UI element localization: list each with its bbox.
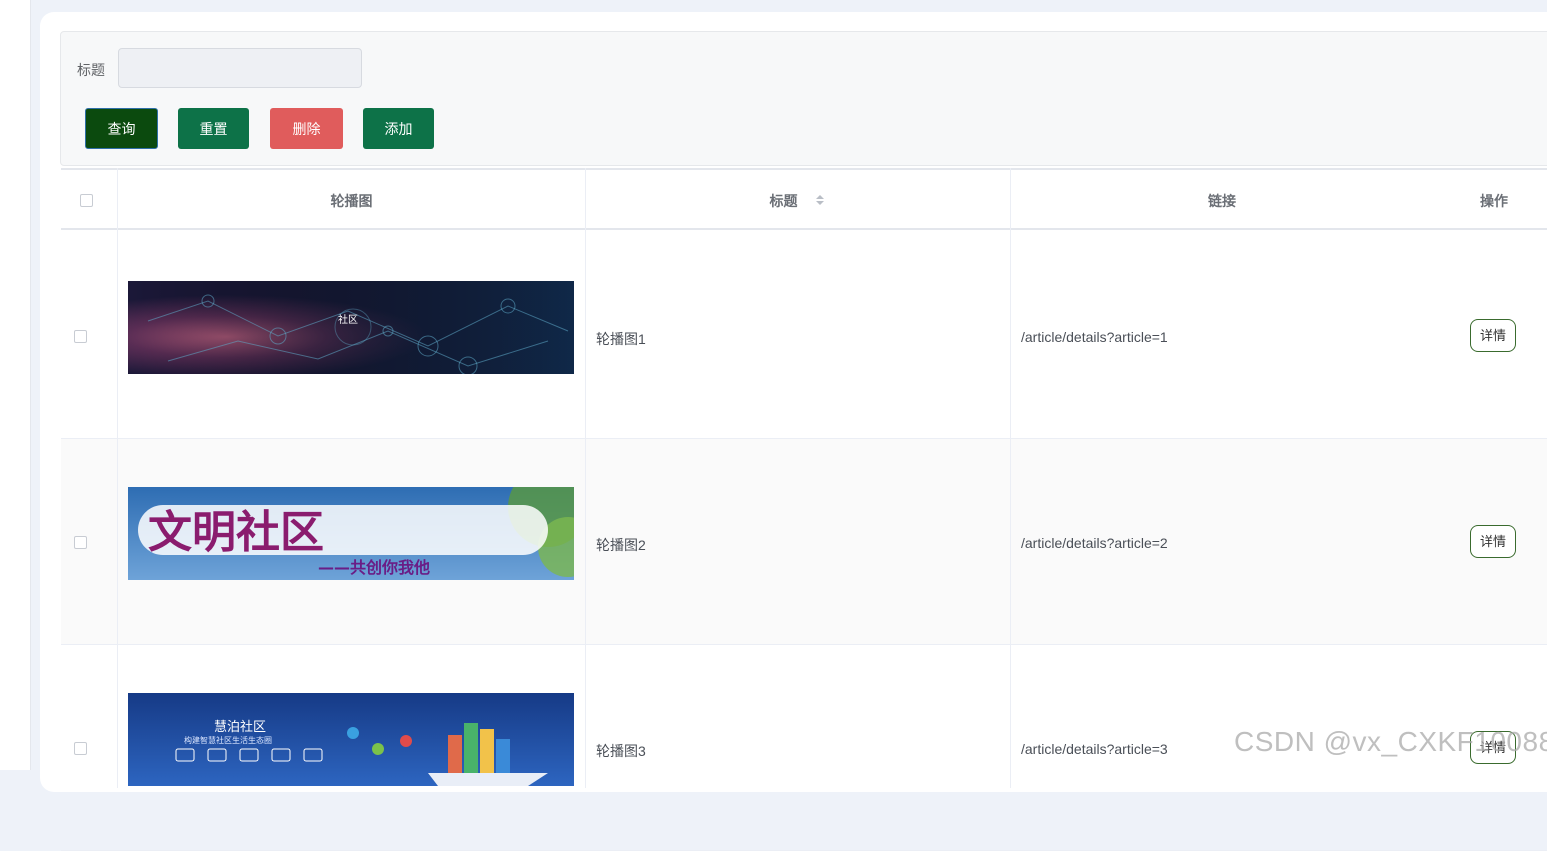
delete-button[interactable]: 删除 (270, 108, 343, 149)
add-button[interactable]: 添加 (363, 108, 434, 149)
banner-subtitle: ——共创你我他 (318, 558, 430, 577)
svg-text:社区: 社区 (338, 313, 358, 326)
title-field-label: 标题 (77, 62, 105, 78)
table-header: 轮播图 标题 链接 操作 (61, 168, 1547, 230)
row-title: 轮播图1 (596, 331, 646, 347)
banner-title: 慧泊社区 (214, 719, 266, 735)
sort-icon[interactable] (815, 171, 825, 233)
row-link: /article/details?article=1 (1021, 329, 1168, 345)
banner-subtitle: 构建智慧社区生活生态圈 (184, 735, 272, 745)
row-title: 轮播图3 (596, 743, 646, 759)
header-action: 操作 (1480, 193, 1508, 209)
banner-image: 文明社区 ——共创你我他 (128, 487, 574, 580)
table-row: 社区 轮播图1 /article/details?article=1 详情 (61, 233, 1547, 439)
reset-button[interactable]: 重置 (178, 108, 249, 149)
row-link: /article/details?article=2 (1021, 535, 1168, 551)
query-button[interactable]: 查询 (85, 108, 158, 149)
header-link: 链接 (1208, 193, 1236, 209)
row-checkbox[interactable] (74, 330, 87, 343)
title-search-input[interactable] (118, 48, 362, 88)
detail-button[interactable]: 详情 (1470, 319, 1516, 352)
row-title: 轮播图2 (596, 537, 646, 553)
table-row: 文明社区 ——共创你我他 轮播图2 /article/details?artic… (61, 439, 1547, 645)
detail-button[interactable]: 详情 (1470, 525, 1516, 558)
column-divider (117, 168, 118, 788)
banner-table: 轮播图 标题 链接 操作 社区 轮播图1 /article/details?ar… (61, 168, 1547, 851)
column-divider (1010, 168, 1011, 788)
column-divider (585, 168, 586, 788)
banner-image: 慧泊社区 构建智慧社区生活生态圈 (128, 693, 574, 786)
row-link: /article/details?article=3 (1021, 741, 1168, 757)
banner-image: 社区 (128, 281, 574, 374)
search-panel: 标题 查询 重置 删除 添加 (60, 31, 1547, 166)
sidebar-edge (0, 0, 31, 770)
header-banner: 轮播图 (330, 193, 373, 209)
header-title[interactable]: 标题 (585, 170, 1010, 228)
watermark: CSDN @vx_CXKF10088 (1234, 726, 1547, 757)
banner-title: 文明社区 (148, 507, 324, 558)
select-all-checkbox[interactable] (80, 194, 93, 207)
header-title-label: 标题 (769, 193, 798, 209)
row-checkbox[interactable] (74, 742, 87, 755)
row-checkbox[interactable] (74, 536, 87, 549)
